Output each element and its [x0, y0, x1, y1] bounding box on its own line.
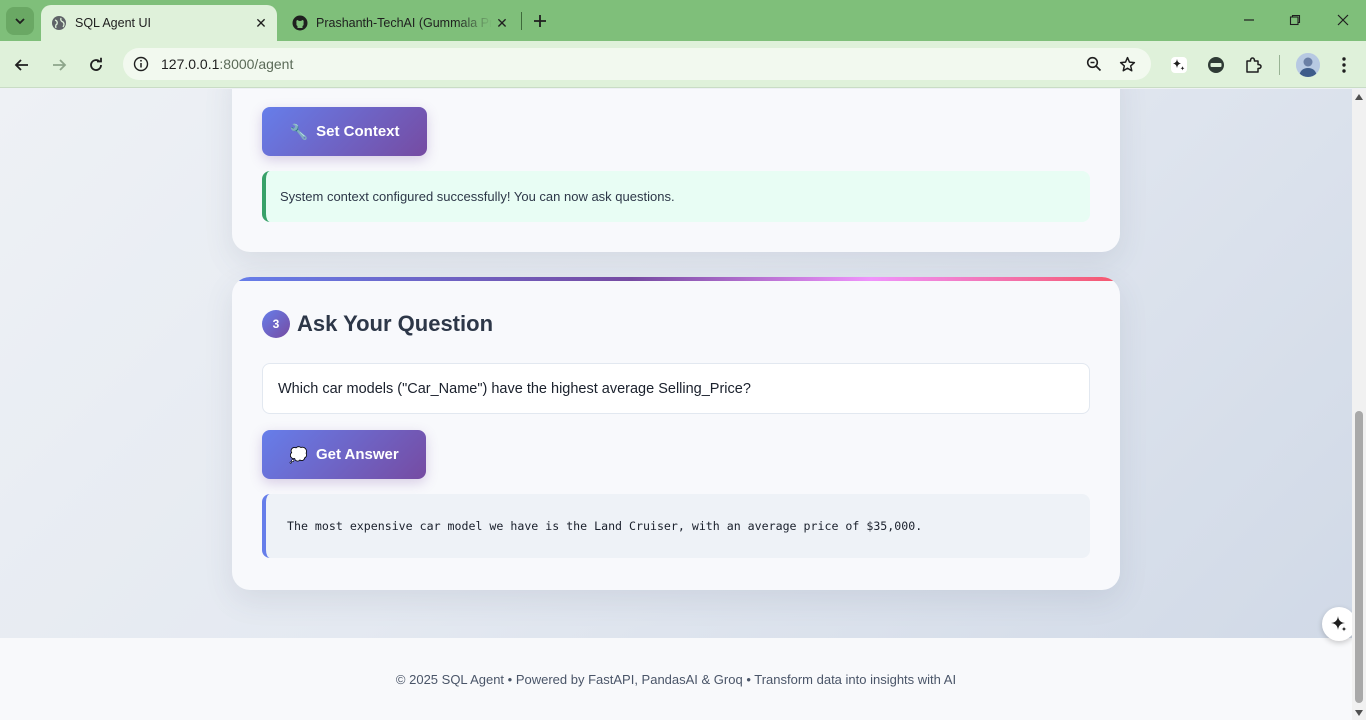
wrench-icon: 🔧 — [289, 123, 309, 141]
browser-toolbar: 127.0.0.1:8000/agent — [0, 41, 1366, 88]
thought-bubble-icon: 💭 — [289, 446, 308, 464]
get-answer-button[interactable]: 💭 Get Answer — [262, 430, 426, 479]
close-tab-icon[interactable]: ✕ — [251, 13, 271, 33]
set-context-label: Set Context — [316, 123, 400, 140]
reload-button[interactable] — [82, 51, 110, 79]
globe-icon — [51, 15, 67, 31]
profile-avatar[interactable] — [1296, 53, 1320, 77]
browser-tab-strip: SQL Agent UI ✕ Prashanth-TechAI (Gummala… — [0, 0, 1366, 41]
question-card: 3 Ask Your Question 💭 Get Answer The mos… — [232, 277, 1120, 590]
step-number-badge: 3 — [262, 310, 290, 338]
tab-title: SQL Agent UI — [75, 16, 151, 30]
plus-icon — [534, 15, 546, 27]
minimize-button[interactable] — [1226, 0, 1272, 40]
scrollbar-thumb[interactable] — [1355, 411, 1363, 703]
context-card: 🔧 Set Context System context configured … — [232, 89, 1120, 252]
tab-title: Prashanth-TechAI (Gummala Pr — [316, 16, 492, 30]
section-title: Ask Your Question — [297, 311, 494, 336]
tab-github[interactable]: Prashanth-TechAI (Gummala Pr ✕ — [284, 5, 518, 41]
zoom-icon[interactable] — [1084, 54, 1104, 74]
question-section-header: 3 Ask Your Question — [262, 310, 493, 338]
forward-button[interactable] — [45, 51, 73, 79]
toolbar-divider — [1279, 55, 1280, 75]
page-scrollbar[interactable] — [1352, 89, 1366, 720]
extension-badge-icon[interactable] — [1204, 53, 1228, 77]
sparkle-icon — [1331, 616, 1347, 632]
browser-menu-icon[interactable] — [1332, 53, 1356, 77]
tab-search-button[interactable] — [6, 7, 34, 35]
scroll-up-arrow-icon[interactable] — [1355, 93, 1363, 101]
scroll-down-arrow-icon[interactable] — [1355, 709, 1363, 717]
page-footer: © 2025 SQL Agent • Powered by FastAPI, P… — [0, 638, 1352, 720]
tab-divider — [521, 12, 522, 30]
get-answer-label: Get Answer — [315, 446, 399, 463]
address-bar[interactable]: 127.0.0.1:8000/agent — [123, 48, 1151, 80]
context-success-message: System context configured successfully! … — [262, 171, 1090, 222]
close-tab-icon[interactable]: ✕ — [492, 13, 512, 33]
bookmark-star-icon[interactable] — [1117, 54, 1137, 74]
ai-assistant-button[interactable] — [1322, 607, 1352, 641]
new-tab-button[interactable] — [528, 9, 552, 33]
arrow-right-icon — [53, 59, 67, 71]
card-gradient-bar — [232, 277, 1120, 281]
github-icon — [292, 15, 308, 31]
question-input[interactable] — [262, 363, 1090, 414]
site-info-icon[interactable] — [131, 54, 151, 74]
set-context-button[interactable]: 🔧 Set Context — [262, 107, 427, 156]
page-viewport: 🔧 Set Context System context configured … — [0, 89, 1352, 720]
restore-button[interactable] — [1272, 0, 1318, 40]
extensions-puzzle-icon[interactable] — [1241, 53, 1265, 77]
footer-text: © 2025 SQL Agent • Powered by FastAPI, P… — [395, 671, 957, 687]
back-button[interactable] — [8, 51, 36, 79]
chevron-down-icon — [15, 18, 25, 25]
close-icon — [1337, 14, 1349, 26]
minimize-icon — [1244, 19, 1254, 21]
answer-output: The most expensive car model we have is … — [262, 494, 1090, 558]
gemini-extension-icon[interactable] — [1167, 53, 1191, 77]
arrow-left-icon — [14, 59, 28, 71]
reload-icon — [90, 57, 102, 71]
tab-sql-agent[interactable]: SQL Agent UI ✕ — [41, 5, 277, 41]
restore-icon — [1289, 14, 1301, 26]
url-text: 127.0.0.1:8000/agent — [161, 56, 294, 72]
close-window-button[interactable] — [1320, 0, 1366, 40]
